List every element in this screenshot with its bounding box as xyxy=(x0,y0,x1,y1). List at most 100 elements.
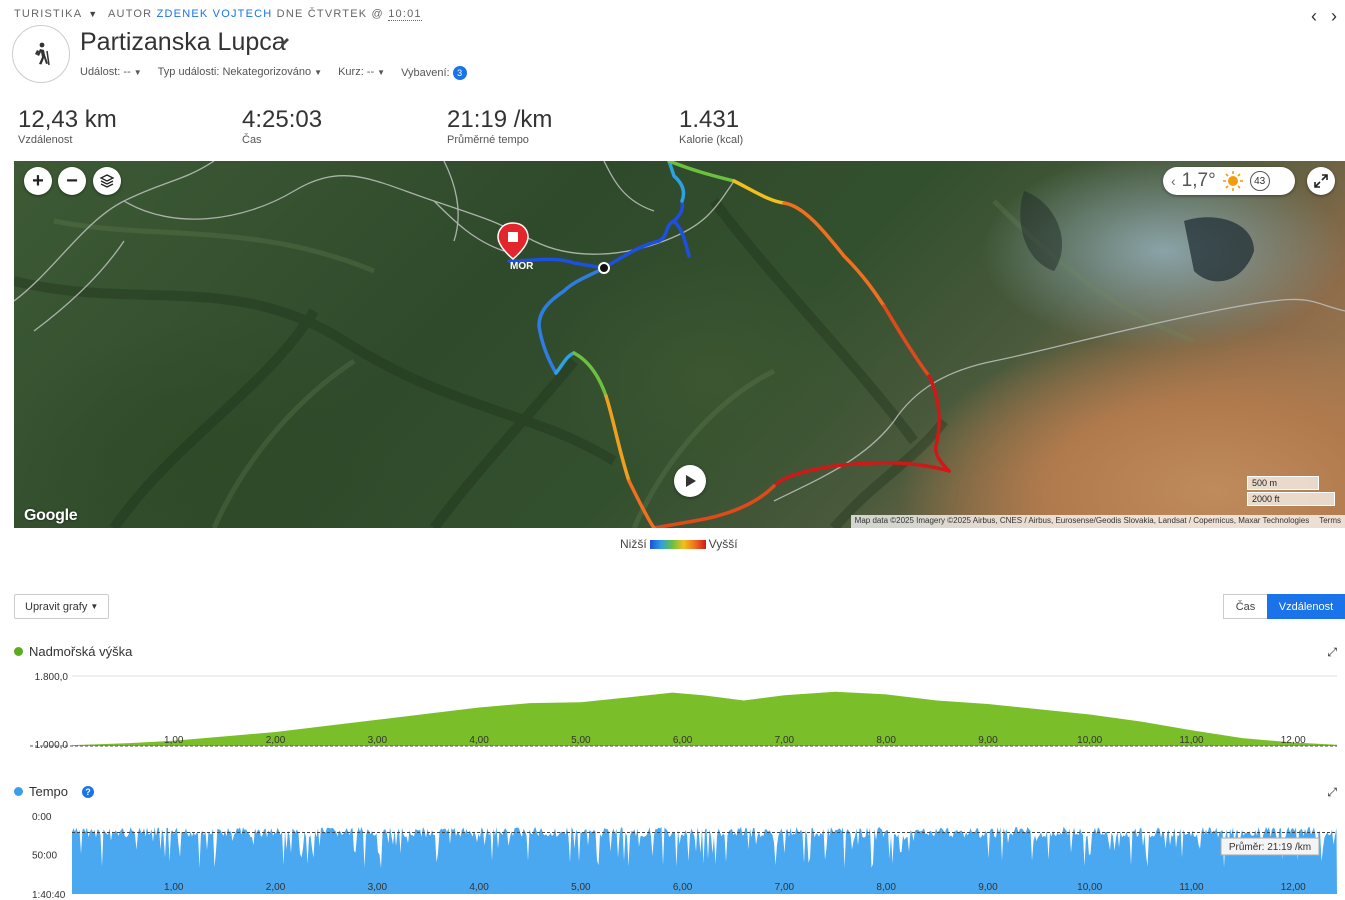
x-tick-label: 2,00 xyxy=(266,882,286,893)
event-label: Událost: -- xyxy=(80,66,131,78)
hiker-icon xyxy=(35,42,50,66)
stat-label: Kalorie (kcal) xyxy=(679,134,744,146)
y-tick-label: 1.800,0 xyxy=(35,672,69,683)
map-place-label: MOR xyxy=(510,261,534,272)
y-tick-label: 1.000,0 xyxy=(35,740,69,750)
play-button[interactable] xyxy=(674,465,706,497)
elevation-area xyxy=(72,691,1337,746)
stat-distance: 12,43 km Vzdálenost xyxy=(18,106,117,146)
activity-time[interactable]: 10:01 xyxy=(388,8,422,21)
layers-icon xyxy=(99,174,115,188)
weather-widget[interactable]: ‹ 1,7° 43 xyxy=(1163,167,1295,195)
activity-type-avatar xyxy=(12,25,70,83)
activity-title: Partizanska Lupca xyxy=(80,28,286,56)
stat-value: 4:25:03 xyxy=(242,106,323,133)
author-prefix: AUTOR xyxy=(108,8,153,20)
elevation-title: Nadmořská výška xyxy=(29,644,133,659)
map-attribution: Map data ©2025 Imagery ©2025 Airbus, CNE… xyxy=(850,515,1345,528)
course-dropdown[interactable]: Kurz: -- ▼ xyxy=(338,66,385,80)
route-color-legend: Nižší Vyšší xyxy=(620,537,738,551)
toggle-time[interactable]: Čas xyxy=(1223,594,1267,619)
activity-type-link[interactable]: TURISTIKA xyxy=(14,8,82,20)
average-label: Průměr: 21:19 /km xyxy=(1229,841,1311,853)
scale-imperial: 2000 ft xyxy=(1247,492,1335,506)
pace-chart[interactable]: 0:00 50:00 1:40:40 1,00 2,00 3,00 4,00 5,00 6,00… xyxy=(0,804,1345,900)
x-tick-label: 9,00 xyxy=(978,735,998,746)
x-tick-label: 5,00 xyxy=(571,735,591,746)
course-label: Kurz: -- xyxy=(338,66,375,78)
x-tick-label: 12,00 xyxy=(1281,882,1306,893)
legend-low: Nižší xyxy=(620,537,647,551)
x-tick-label: 1,00 xyxy=(164,735,184,746)
play-icon xyxy=(686,475,696,487)
stat-calories: 1.431 Kalorie (kcal) xyxy=(679,106,743,146)
attribution-text: Map data ©2025 Imagery ©2025 Airbus, CNE… xyxy=(854,516,1310,525)
x-tick-label: 1,00 xyxy=(164,882,184,893)
event-type-dropdown[interactable]: Typ události: Nekategorizováno ▼ xyxy=(158,66,322,80)
x-tick-label: 4,00 xyxy=(469,735,489,746)
series-dot xyxy=(14,647,23,656)
series-dot xyxy=(14,787,23,796)
caret-down-icon: ▼ xyxy=(90,602,99,611)
elevation-chart-title: Nadmořská výška xyxy=(14,644,132,659)
chevron-left-icon[interactable]: ‹ xyxy=(1311,6,1317,27)
stat-avg-pace: 21:19 /km Průměrné tempo xyxy=(447,106,552,146)
chevron-right-icon[interactable]: › xyxy=(1331,6,1337,27)
x-tick-label: 6,00 xyxy=(673,735,693,746)
zoom-in-button[interactable]: + xyxy=(24,167,52,195)
gear-count-badge: 3 xyxy=(452,66,467,80)
route-map[interactable]: MOR + − ‹ 1,7° 43 500 m 2000 ft Google M… xyxy=(14,161,1345,528)
y-tick-label: 50:00 xyxy=(32,851,57,862)
toggle-distance[interactable]: Vzdálenost xyxy=(1267,594,1345,619)
scale-metric: 500 m xyxy=(1247,476,1319,490)
y-tick-label: 0:00 xyxy=(32,812,52,823)
x-tick-label: 5,00 xyxy=(571,882,591,893)
edit-charts-label: Upravit grafy xyxy=(25,600,88,613)
layers-button[interactable] xyxy=(93,167,121,195)
zoom-out-button[interactable]: − xyxy=(58,167,86,195)
x-tick-label: 10,00 xyxy=(1077,735,1102,746)
author-link[interactable]: ZDENEK VOJTECH xyxy=(157,8,273,20)
stat-label: Čas xyxy=(242,134,262,146)
y-tick-label: 1:40:40 xyxy=(32,890,66,900)
elevation-chart[interactable]: 1.800,0 1.000,0 1,00 2,00 3,00 4,00 5,00 6,00 7,… xyxy=(0,664,1345,750)
x-tick-label: 10,00 xyxy=(1077,882,1102,893)
edit-charts-button[interactable]: Upravit grafy ▼ xyxy=(14,594,110,619)
x-tick-label: 2,00 xyxy=(266,735,286,746)
x-tick-label: 6,00 xyxy=(673,882,693,893)
event-dropdown[interactable]: Událost: -- ▼ xyxy=(80,66,142,80)
pace-chart-title: Tempo ? xyxy=(14,784,95,799)
x-tick-label: 11,00 xyxy=(1179,735,1204,746)
activity-nav: ‹ › xyxy=(1311,6,1337,27)
gear-link[interactable]: Vybavení: 3 xyxy=(401,66,467,80)
breadcrumb: TURISTIKA ▼ AUTOR ZDENEK VOJTECH DNE ČTVR… xyxy=(14,8,422,21)
date-text: DNE ČTVRTEK @ xyxy=(276,8,384,20)
x-tick-label: 7,00 xyxy=(775,882,795,893)
stat-value: 12,43 km xyxy=(18,106,117,133)
pace-area xyxy=(72,826,1337,894)
x-tick-label: 8,00 xyxy=(876,735,896,746)
stat-value: 1.431 xyxy=(679,106,740,133)
expand-icon xyxy=(1314,174,1328,188)
caret-down-icon: ▼ xyxy=(377,68,386,77)
pencil-icon[interactable] xyxy=(279,36,291,48)
chevron-left-icon[interactable]: ‹ xyxy=(1171,173,1176,189)
google-logo: Google xyxy=(24,507,78,524)
terms-link[interactable]: Terms xyxy=(1319,516,1341,527)
x-tick-label: 11,00 xyxy=(1179,882,1204,893)
expand-icon[interactable]: ⤢ xyxy=(1327,645,1337,660)
temperature: 1,7° xyxy=(1181,170,1216,191)
expand-icon[interactable]: ⤢ xyxy=(1327,785,1337,800)
legend-gradient xyxy=(649,539,706,549)
event-type-label: Typ události: Nekategorizováno xyxy=(157,66,312,78)
x-tick-label: 3,00 xyxy=(368,735,388,746)
fullscreen-button[interactable] xyxy=(1307,167,1335,195)
x-tick-label: 7,00 xyxy=(775,735,795,746)
stat-label: Průměrné tempo xyxy=(447,134,529,146)
sun-icon xyxy=(1222,171,1243,191)
caret-down-icon[interactable]: ▼ xyxy=(88,9,98,19)
legend-high: Vyšší xyxy=(708,537,738,551)
x-tick-label: 8,00 xyxy=(876,882,896,893)
help-icon[interactable]: ? xyxy=(82,785,95,798)
stat-label: Vzdálenost xyxy=(18,134,73,146)
